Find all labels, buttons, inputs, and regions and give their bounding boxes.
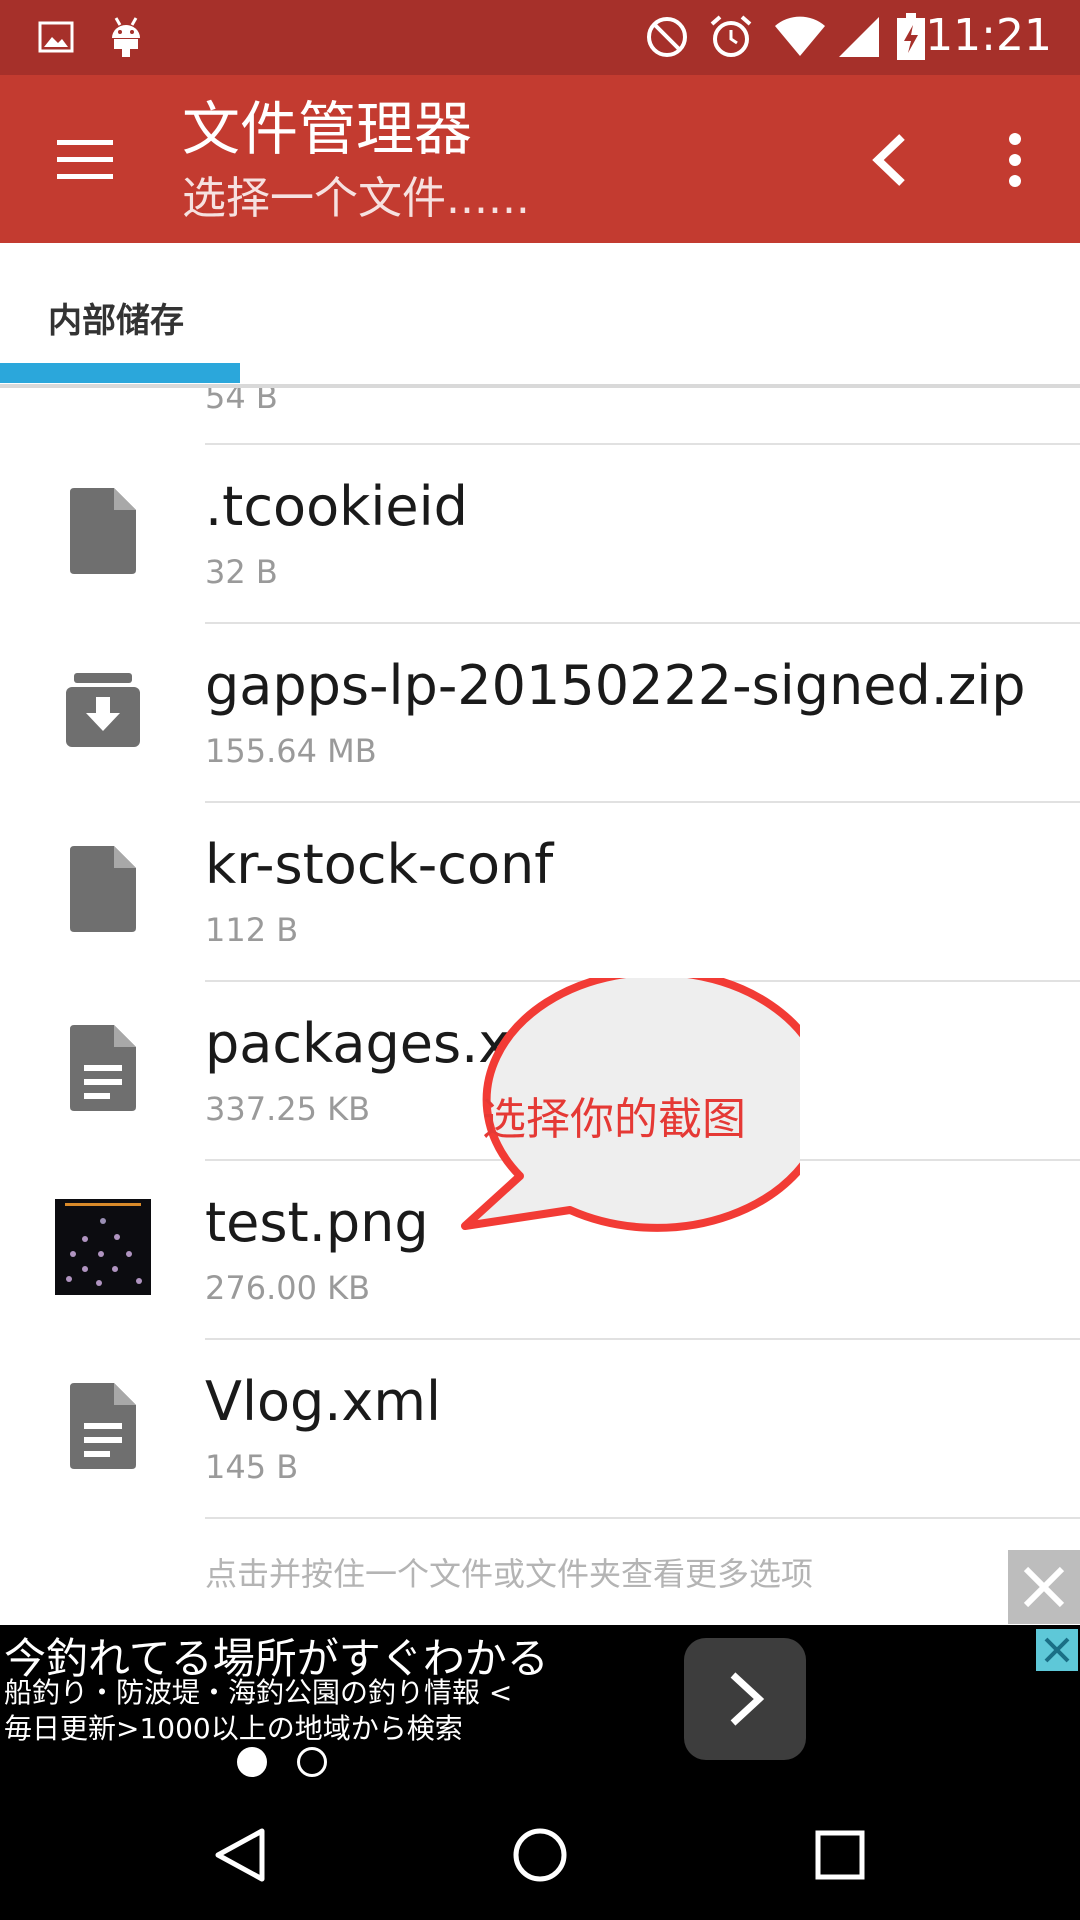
ad-close-button[interactable]: [1036, 1629, 1078, 1671]
divider: [205, 443, 1080, 445]
back-icon: [215, 1828, 265, 1882]
ad-line: 毎日更新>1000以上の地域から検索: [4, 1712, 463, 1745]
recents-icon: [815, 1830, 865, 1880]
file-size: 54 B: [205, 388, 278, 416]
app-bar: 文件管理器 选择一个文件......: [0, 75, 1080, 243]
list-item[interactable]: kr-stock-conf 112 B: [0, 801, 1080, 980]
nav-recents-button[interactable]: [800, 1815, 880, 1895]
battery-charging-icon: [894, 12, 928, 62]
divider: [205, 801, 1080, 803]
ad-line: 船釣り・防波堤・海釣公園の釣り情報 <: [4, 1676, 513, 1709]
image-thumbnail: [55, 1199, 151, 1295]
hint-row: 点击并按住一个文件或文件夹查看更多选项: [0, 1517, 1080, 1625]
file-size: 155.64 MB: [205, 732, 377, 770]
page-indicator-dot: [237, 1747, 267, 1777]
signal-icon: [834, 12, 884, 62]
archive-icon: [55, 662, 151, 758]
image-icon: [34, 12, 78, 62]
list-item[interactable]: .tcookieid 32 B: [0, 443, 1080, 622]
nav-back-button[interactable]: [200, 1815, 280, 1895]
document-icon: [55, 1378, 151, 1474]
callout-text: 选择你的截图: [482, 1094, 746, 1145]
list-item[interactable]: Vlog.xml 145 B: [0, 1338, 1080, 1517]
divider: [205, 622, 1080, 624]
list-item[interactable]: 54 B: [0, 388, 1080, 443]
tab-bar: 内部储存: [0, 243, 1080, 388]
file-name: kr-stock-conf: [205, 833, 554, 896]
alarm-icon: [706, 12, 756, 62]
file-size: 32 B: [205, 553, 278, 591]
file-name: test.png: [205, 1191, 429, 1254]
page-subtitle: 选择一个文件......: [182, 173, 530, 224]
android-icon: [104, 12, 148, 62]
file-icon: [55, 483, 151, 579]
more-vert-icon: [1009, 133, 1021, 187]
chevron-left-icon: [872, 134, 905, 186]
file-size: 112 B: [205, 911, 299, 949]
status-bar: 11:21: [0, 0, 1080, 75]
hamburger-icon: [57, 140, 113, 179]
divider: [205, 1338, 1080, 1340]
menu-button[interactable]: [40, 125, 130, 195]
file-name: Vlog.xml: [205, 1370, 441, 1433]
file-name: gapps-lp-20150222-signed.zip: [205, 654, 1026, 717]
clock: 11:21: [925, 10, 1052, 61]
document-icon: [55, 1020, 151, 1116]
close-icon: [1044, 1637, 1070, 1663]
tab-internal-storage[interactable]: 内部储存: [0, 243, 240, 384]
back-button[interactable]: [850, 120, 930, 200]
chevron-right-icon: [730, 1672, 765, 1726]
page-title: 文件管理器: [182, 95, 473, 163]
hint-text: 点击并按住一个文件或文件夹查看更多选项: [205, 1555, 814, 1593]
navigation-bar: [0, 1785, 1080, 1920]
file-size: 145 B: [205, 1448, 299, 1486]
close-icon: [1023, 1566, 1065, 1608]
tab-label: 内部储存: [48, 301, 184, 341]
tab-indicator: [0, 363, 240, 383]
file-size: 337.25 KB: [205, 1090, 371, 1128]
page-indicator-dot: [297, 1747, 327, 1777]
wifi-icon: [772, 12, 828, 62]
file-icon: [55, 841, 151, 937]
ad-banner[interactable]: 今釣れてる場所がすぐわかる 船釣り・防波堤・海釣公園の釣り情報 < 毎日更新>1…: [0, 1625, 1080, 1785]
more-options-button[interactable]: [975, 120, 1055, 200]
home-icon: [513, 1828, 567, 1882]
list-item[interactable]: gapps-lp-20150222-signed.zip 155.64 MB: [0, 622, 1080, 801]
close-button[interactable]: [1008, 1550, 1080, 1624]
ad-open-button[interactable]: [684, 1638, 806, 1760]
file-size: 276.00 KB: [205, 1269, 371, 1307]
nav-home-button[interactable]: [500, 1815, 580, 1895]
file-name: .tcookieid: [205, 475, 468, 538]
do-not-disturb-icon: [642, 12, 692, 62]
divider: [205, 1517, 1080, 1519]
